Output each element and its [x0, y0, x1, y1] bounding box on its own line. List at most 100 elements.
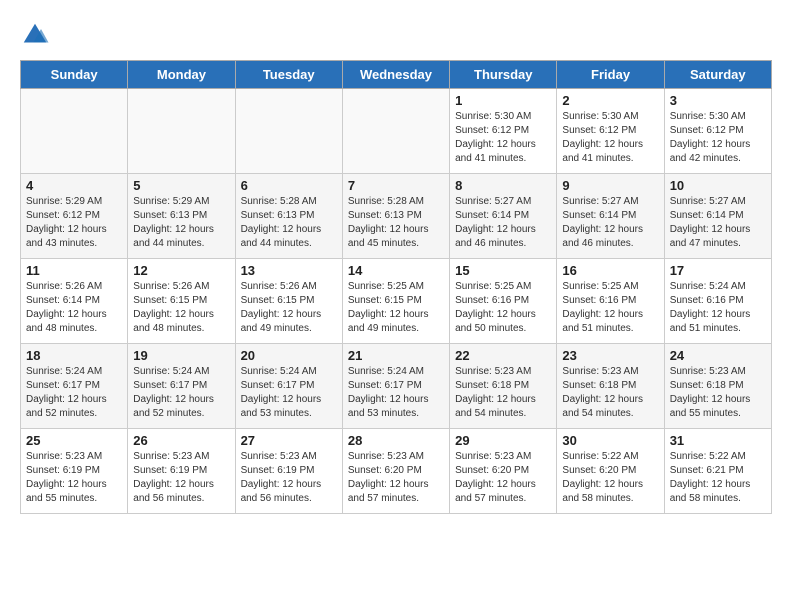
day-info: Sunrise: 5:23 AM Sunset: 6:19 PM Dayligh… [241, 450, 337, 506]
day-info: Sunrise: 5:24 AM Sunset: 6:17 PM Dayligh… [241, 365, 337, 421]
day-number: 18 [26, 348, 122, 363]
day-info: Sunrise: 5:30 AM Sunset: 6:12 PM Dayligh… [670, 110, 766, 166]
calendar-cell: 5Sunrise: 5:29 AM Sunset: 6:13 PM Daylig… [128, 174, 235, 259]
calendar-cell: 26Sunrise: 5:23 AM Sunset: 6:19 PM Dayli… [128, 429, 235, 514]
day-number: 3 [670, 93, 766, 108]
calendar-cell: 9 Sunrise: 5:27 AM Sunset: 6:14 PM Daylig… [557, 174, 664, 259]
day-number: 7 [348, 178, 444, 193]
day-info: Sunrise: 5:25 AM Sunset: 6:15 PM Dayligh… [348, 280, 444, 336]
day-info: Sunrise: 5:27 AM Sunset: 6:14 PM Dayligh… [562, 195, 658, 251]
logo-icon [20, 20, 50, 50]
day-info: Sunrise: 5:29 AM Sunset: 6:13 PM Dayligh… [133, 195, 229, 251]
day-number: 2 [562, 93, 658, 108]
day-header-saturday: Saturday [664, 61, 771, 89]
day-info: Sunrise: 5:24 AM Sunset: 6:16 PM Dayligh… [670, 280, 766, 336]
day-info: Sunrise: 5:22 AM Sunset: 6:20 PM Dayligh… [562, 450, 658, 506]
calendar-week-row: 18 Sunrise: 5:24 AM Sunset: 6:17 PM Dayli… [21, 344, 772, 429]
day-info: Sunrise: 5:25 AM Sunset: 6:16 PM Dayligh… [562, 280, 658, 336]
day-info: Sunrise: 5:23 AM Sunset: 6:18 PM Dayligh… [562, 365, 658, 421]
calendar-cell: 11 Sunrise: 5:26 AM Sunset: 6:14 PM Dayli… [21, 259, 128, 344]
day-info: Sunrise: 5:23 AM Sunset: 6:19 PM Dayligh… [133, 450, 229, 506]
day-info: Sunrise: 5:28 AM Sunset: 6:13 PM Dayligh… [348, 195, 444, 251]
day-info: Sunrise: 5:23 AM Sunset: 6:20 PM Dayligh… [348, 450, 444, 506]
day-number: 17 [670, 263, 766, 278]
calendar-cell: 7 Sunrise: 5:28 AM Sunset: 6:13 PM Daylig… [342, 174, 449, 259]
day-header-wednesday: Wednesday [342, 61, 449, 89]
day-number: 11 [26, 263, 122, 278]
calendar-cell: 31 Sunrise: 5:22 AM Sunset: 6:21 PM Dayli… [664, 429, 771, 514]
day-number: 13 [241, 263, 337, 278]
calendar-cell: 18 Sunrise: 5:24 AM Sunset: 6:17 PM Dayli… [21, 344, 128, 429]
day-number: 21 [348, 348, 444, 363]
calendar-cell: 19 Sunrise: 5:24 AM Sunset: 6:17 PM Dayli… [128, 344, 235, 429]
day-info: Sunrise: 5:24 AM Sunset: 6:17 PM Dayligh… [133, 365, 229, 421]
day-header-tuesday: Tuesday [235, 61, 342, 89]
day-number: 29 [455, 433, 551, 448]
calendar-cell: 23Sunrise: 5:23 AM Sunset: 6:18 PM Dayli… [557, 344, 664, 429]
calendar-cell [235, 89, 342, 174]
day-header-friday: Friday [557, 61, 664, 89]
logo [20, 20, 54, 50]
calendar-cell: 24 Sunrise: 5:23 AM Sunset: 6:18 PM Dayli… [664, 344, 771, 429]
day-info: Sunrise: 5:26 AM Sunset: 6:15 PM Dayligh… [241, 280, 337, 336]
day-info: Sunrise: 5:26 AM Sunset: 6:14 PM Dayligh… [26, 280, 122, 336]
day-info: Sunrise: 5:22 AM Sunset: 6:21 PM Dayligh… [670, 450, 766, 506]
day-header-sunday: Sunday [21, 61, 128, 89]
day-info: Sunrise: 5:24 AM Sunset: 6:17 PM Dayligh… [26, 365, 122, 421]
calendar-cell: 2 Sunrise: 5:30 AM Sunset: 6:12 PM Daylig… [557, 89, 664, 174]
calendar-cell: 20 Sunrise: 5:24 AM Sunset: 6:17 PM Dayli… [235, 344, 342, 429]
calendar-cell: 28 Sunrise: 5:23 AM Sunset: 6:20 PM Dayli… [342, 429, 449, 514]
day-number: 30 [562, 433, 658, 448]
day-info: Sunrise: 5:30 AM Sunset: 6:12 PM Dayligh… [562, 110, 658, 166]
day-number: 9 [562, 178, 658, 193]
calendar-cell [21, 89, 128, 174]
day-info: Sunrise: 5:27 AM Sunset: 6:14 PM Dayligh… [455, 195, 551, 251]
day-header-thursday: Thursday [450, 61, 557, 89]
day-number: 12 [133, 263, 229, 278]
day-number: 28 [348, 433, 444, 448]
calendar-cell: 14 Sunrise: 5:25 AM Sunset: 6:15 PM Dayli… [342, 259, 449, 344]
day-number: 8 [455, 178, 551, 193]
calendar-cell: 10Sunrise: 5:27 AM Sunset: 6:14 PM Dayli… [664, 174, 771, 259]
day-info: Sunrise: 5:24 AM Sunset: 6:17 PM Dayligh… [348, 365, 444, 421]
calendar-week-row: 1 Sunrise: 5:30 AM Sunset: 6:12 PM Daylig… [21, 89, 772, 174]
calendar-cell: 30 Sunrise: 5:22 AM Sunset: 6:20 PM Dayli… [557, 429, 664, 514]
calendar-cell: 12Sunrise: 5:26 AM Sunset: 6:15 PM Dayli… [128, 259, 235, 344]
day-number: 27 [241, 433, 337, 448]
day-number: 14 [348, 263, 444, 278]
day-number: 20 [241, 348, 337, 363]
calendar-cell: 17 Sunrise: 5:24 AM Sunset: 6:16 PM Dayli… [664, 259, 771, 344]
day-number: 1 [455, 93, 551, 108]
calendar-cell: 1 Sunrise: 5:30 AM Sunset: 6:12 PM Daylig… [450, 89, 557, 174]
calendar-week-row: 4Sunrise: 5:29 AM Sunset: 6:12 PM Daylig… [21, 174, 772, 259]
calendar-cell: 4Sunrise: 5:29 AM Sunset: 6:12 PM Daylig… [21, 174, 128, 259]
calendar-cell: 25Sunrise: 5:23 AM Sunset: 6:19 PM Dayli… [21, 429, 128, 514]
calendar-table: SundayMondayTuesdayWednesdayThursdayFrid… [20, 60, 772, 514]
calendar-cell: 21 Sunrise: 5:24 AM Sunset: 6:17 PM Dayli… [342, 344, 449, 429]
day-number: 19 [133, 348, 229, 363]
calendar-week-row: 11 Sunrise: 5:26 AM Sunset: 6:14 PM Dayli… [21, 259, 772, 344]
calendar-week-row: 25Sunrise: 5:23 AM Sunset: 6:19 PM Dayli… [21, 429, 772, 514]
day-number: 6 [241, 178, 337, 193]
calendar-cell: 27 Sunrise: 5:23 AM Sunset: 6:19 PM Dayli… [235, 429, 342, 514]
calendar-cell: 13 Sunrise: 5:26 AM Sunset: 6:15 PM Dayli… [235, 259, 342, 344]
day-number: 24 [670, 348, 766, 363]
day-number: 31 [670, 433, 766, 448]
calendar-header-row: SundayMondayTuesdayWednesdayThursdayFrid… [21, 61, 772, 89]
day-info: Sunrise: 5:28 AM Sunset: 6:13 PM Dayligh… [241, 195, 337, 251]
day-number: 15 [455, 263, 551, 278]
day-info: Sunrise: 5:25 AM Sunset: 6:16 PM Dayligh… [455, 280, 551, 336]
page-header [20, 20, 772, 50]
day-info: Sunrise: 5:23 AM Sunset: 6:19 PM Dayligh… [26, 450, 122, 506]
day-info: Sunrise: 5:23 AM Sunset: 6:20 PM Dayligh… [455, 450, 551, 506]
day-info: Sunrise: 5:30 AM Sunset: 6:12 PM Dayligh… [455, 110, 551, 166]
calendar-cell [342, 89, 449, 174]
day-info: Sunrise: 5:23 AM Sunset: 6:18 PM Dayligh… [670, 365, 766, 421]
calendar-cell [128, 89, 235, 174]
day-number: 4 [26, 178, 122, 193]
day-number: 16 [562, 263, 658, 278]
calendar-cell: 15 Sunrise: 5:25 AM Sunset: 6:16 PM Dayli… [450, 259, 557, 344]
calendar-cell: 8 Sunrise: 5:27 AM Sunset: 6:14 PM Daylig… [450, 174, 557, 259]
day-info: Sunrise: 5:23 AM Sunset: 6:18 PM Dayligh… [455, 365, 551, 421]
day-info: Sunrise: 5:27 AM Sunset: 6:14 PM Dayligh… [670, 195, 766, 251]
